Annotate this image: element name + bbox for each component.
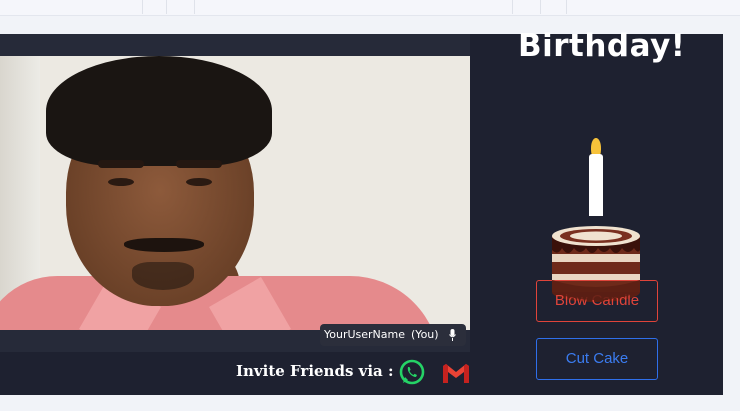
birthday-panel: Birthday! Blow Candle Cut Cake bbox=[470, 28, 723, 395]
video-panel: YourUserName (You) bbox=[0, 34, 470, 352]
top-strip-divider bbox=[194, 0, 195, 14]
top-strip-divider bbox=[540, 0, 541, 14]
birthday-call-app: YourUserName (You) Invite Friends via : B… bbox=[0, 28, 723, 395]
participant-name-tag: YourUserName (You) bbox=[320, 324, 466, 346]
candle bbox=[589, 154, 603, 216]
top-strip-divider bbox=[566, 0, 567, 14]
video-person-eye bbox=[186, 178, 212, 186]
birthday-cake-front bbox=[552, 280, 640, 300]
participant-you-tag: (You) bbox=[411, 328, 439, 341]
microphone-icon[interactable] bbox=[449, 329, 456, 341]
video-person-mustache bbox=[124, 238, 204, 252]
invite-friends-label: Invite Friends via : bbox=[236, 362, 394, 380]
participant-username: YourUserName bbox=[324, 328, 406, 341]
video-person-hair bbox=[46, 56, 272, 166]
video-person-eye bbox=[108, 178, 134, 186]
birthday-title: Birthday! bbox=[518, 28, 686, 64]
top-strip-divider bbox=[142, 0, 143, 14]
top-strip-divider bbox=[166, 0, 167, 14]
video-person-brow bbox=[98, 160, 144, 168]
top-strip-divider bbox=[512, 0, 513, 14]
browser-top-strip bbox=[0, 0, 740, 16]
video-person-brow bbox=[176, 160, 222, 168]
participant-video bbox=[0, 56, 470, 330]
gmail-icon[interactable] bbox=[441, 362, 471, 384]
cut-cake-button[interactable]: Cut Cake bbox=[536, 338, 658, 380]
video-person-beard bbox=[132, 262, 194, 290]
whatsapp-icon[interactable] bbox=[399, 359, 425, 385]
